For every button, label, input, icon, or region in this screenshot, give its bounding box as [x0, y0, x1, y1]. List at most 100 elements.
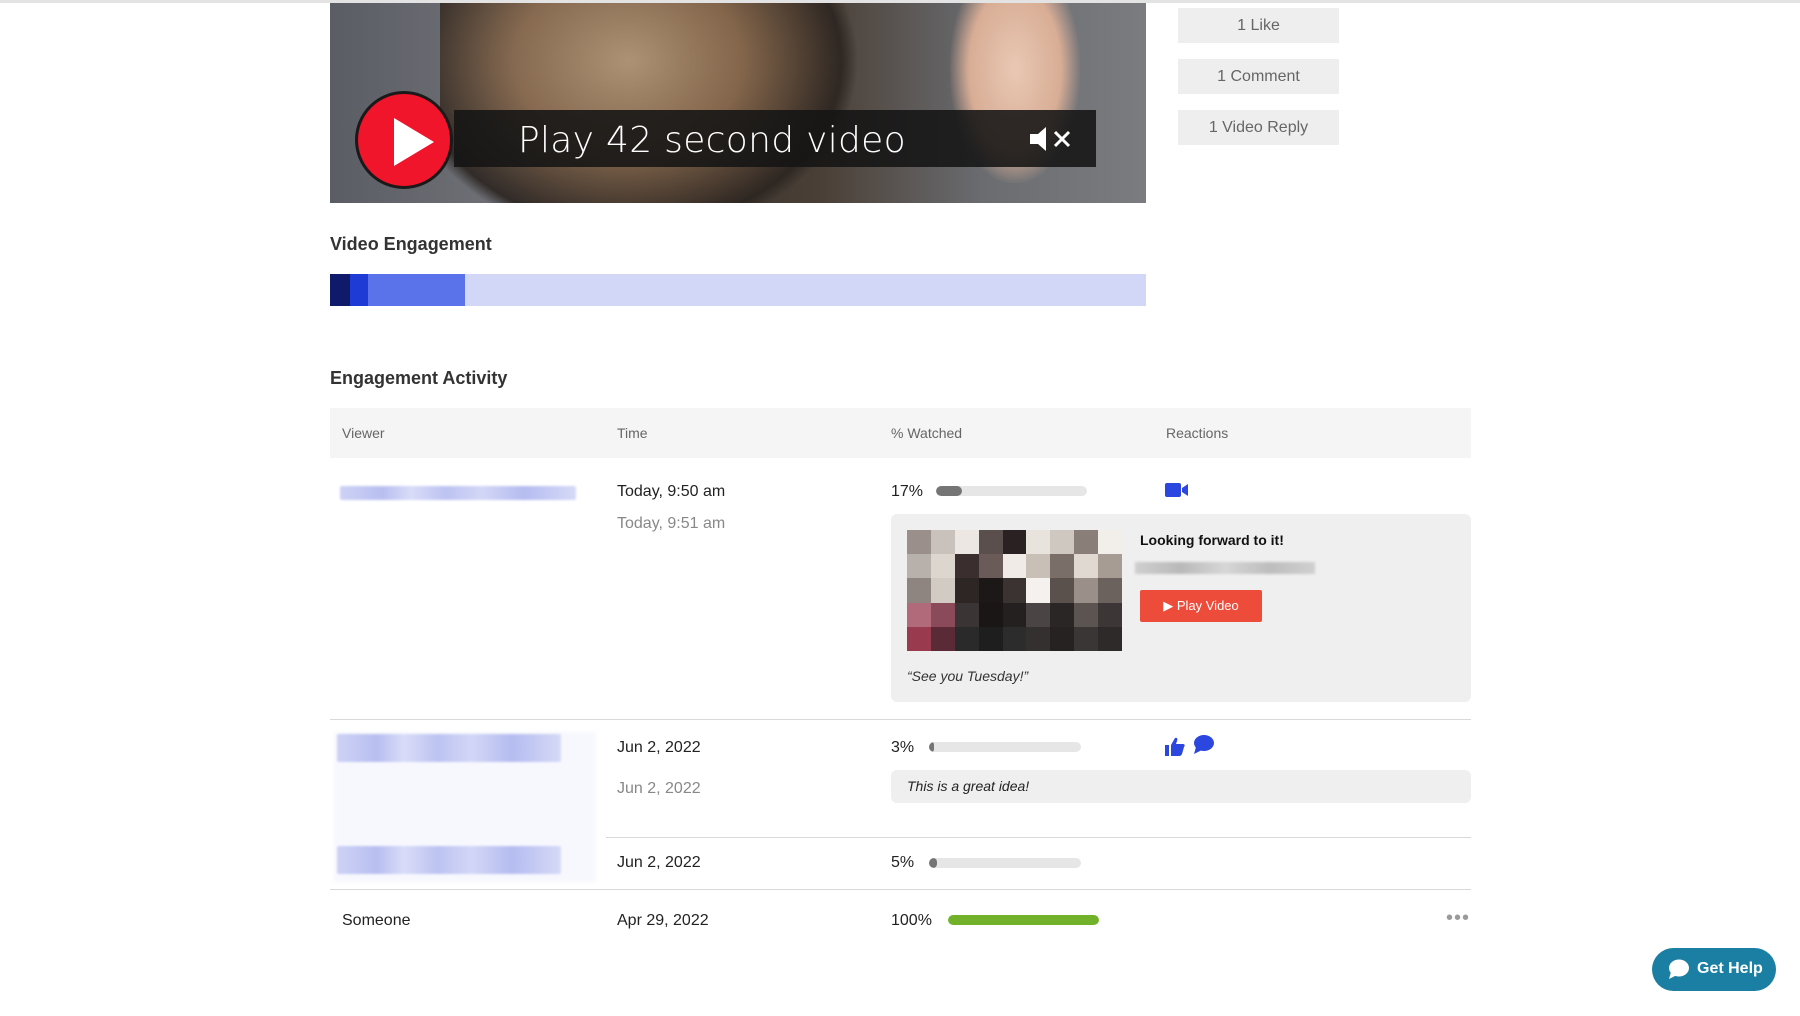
row-divider — [330, 719, 1471, 720]
comments-counter-button[interactable]: 1 Comment — [1178, 59, 1339, 94]
watched-progress-fill — [948, 915, 1099, 925]
thumbnail-pixel — [1074, 626, 1099, 651]
thumbnail-pixel — [978, 602, 1003, 627]
thumbnail-pixel — [1050, 578, 1075, 603]
column-header-reactions: Reactions — [1166, 425, 1229, 441]
thumbnail-pixel — [1050, 626, 1075, 651]
thumbnail-pixel — [978, 530, 1003, 555]
thumbnail-pixel — [1074, 578, 1099, 603]
thumbnail-pixel — [1050, 554, 1075, 579]
play-video-button[interactable]: ▶ Play Video — [1140, 590, 1262, 622]
thumbnail-pixel — [1098, 602, 1122, 627]
chat-bubble-icon — [1669, 959, 1689, 979]
thumbnail-pixel — [954, 554, 979, 579]
engagement-activity-title: Engagement Activity — [330, 368, 508, 388]
get-help-label: Get Help — [1697, 960, 1763, 977]
video-reply-quote: “See you Tuesday!” — [907, 668, 1029, 684]
column-header-viewer: Viewer — [342, 425, 385, 441]
video-engagement-title: Video Engagement — [330, 234, 492, 254]
watched-percent: 100% — [891, 912, 932, 929]
viewer-name-redacted — [337, 846, 561, 874]
engagement-segment — [367, 274, 466, 306]
engagement-segment — [349, 274, 368, 306]
play-label: Play 42 second video — [518, 120, 906, 161]
video-player[interactable]: Play 42 second video — [330, 3, 1146, 203]
thumbnail-pixel — [1002, 554, 1027, 579]
viewer-name-redacted — [340, 486, 576, 500]
thumbnail-pixel — [1002, 530, 1027, 555]
play-triangle — [394, 118, 434, 166]
thumbnail-pixel — [954, 578, 979, 603]
comment-icon[interactable] — [1193, 734, 1215, 754]
thumbnail-pixel — [1026, 578, 1051, 603]
thumbnail-pixel — [1074, 554, 1099, 579]
video-camera-icon[interactable] — [1165, 482, 1189, 498]
get-help-button[interactable]: Get Help — [1652, 948, 1776, 991]
thumbnail-pixel — [1002, 578, 1027, 603]
engagement-heatmap-bar — [330, 274, 1146, 306]
row-time: Apr 29, 2022 — [617, 912, 709, 929]
thumbs-up-icon[interactable] — [1165, 737, 1185, 756]
thumbnail-pixel — [1074, 530, 1099, 555]
thumbnail-pixel — [1026, 602, 1051, 627]
row-time: Jun 2, 2022 — [617, 739, 701, 756]
thumbnail-pixel — [954, 626, 979, 651]
thumbnail-pixel — [1026, 554, 1051, 579]
watched-progress-fill — [936, 486, 962, 496]
comment-text: This is a great idea! — [907, 778, 1030, 794]
column-header-time: Time — [617, 425, 648, 441]
thumbnail-pixel — [907, 554, 931, 579]
thumbnail-pixel — [1050, 602, 1075, 627]
speaker-muted-icon[interactable] — [1028, 124, 1078, 154]
play-circle-icon[interactable] — [355, 91, 453, 189]
thumbnail-pixel — [930, 626, 955, 651]
thumbnail-pixel — [1098, 578, 1122, 603]
thumbnail-pixel — [1098, 530, 1122, 555]
row-divider — [330, 889, 1471, 890]
comment-bubble: This is a great idea! — [891, 770, 1471, 803]
thumbnail-pixel — [907, 578, 931, 603]
row-time: Jun 2, 2022 — [617, 854, 701, 871]
row-divider — [606, 837, 1471, 838]
more-dots-icon[interactable]: ••• — [1446, 907, 1470, 930]
video-reply-sender-redacted — [1135, 562, 1315, 574]
likes-counter-button[interactable]: 1 Like — [1178, 8, 1339, 43]
video-reply-title: Looking forward to it! — [1140, 532, 1284, 548]
thumbnail-pixel — [954, 602, 979, 627]
row-time: Today, 9:50 am — [617, 483, 726, 500]
thumbnail-pixel — [954, 530, 979, 555]
thumbnail-pixel — [907, 626, 931, 651]
thumbnail-pixel — [907, 530, 931, 555]
thumbnail-pixel — [978, 626, 1003, 651]
watched-percent: 17% — [891, 483, 924, 500]
thumbnail-pixel — [1098, 554, 1122, 579]
engagement-segment — [330, 274, 350, 306]
play-bar[interactable]: Play 42 second video — [454, 110, 1096, 167]
video-reply-card[interactable]: Looking forward to it! ▶ Play Video “See… — [891, 514, 1471, 702]
thumbnail-pixel — [930, 530, 955, 555]
video-frame — [440, 3, 860, 203]
watched-progress-fill — [929, 858, 937, 868]
row-time-secondary: Jun 2, 2022 — [617, 780, 701, 797]
thumbnail-pixel — [1074, 602, 1099, 627]
watched-progress — [929, 858, 1081, 868]
thumbnail-pixel — [978, 554, 1003, 579]
thumbnail-pixel — [1050, 530, 1075, 555]
engagement-segment — [465, 274, 1146, 306]
video-reply-thumbnail[interactable] — [907, 530, 1122, 651]
thumbnail-pixel — [1098, 626, 1122, 651]
watched-progress-fill — [929, 742, 934, 752]
row-time-secondary: Today, 9:51 am — [617, 515, 726, 532]
thumbnail-pixel — [930, 578, 955, 603]
table-header: Viewer Time % Watched Reactions — [330, 408, 1471, 458]
thumbnail-pixel — [1026, 530, 1051, 555]
thumbnail-pixel — [930, 554, 955, 579]
thumbnail-pixel — [978, 578, 1003, 603]
watched-progress — [936, 486, 1087, 496]
thumbnail-pixel — [930, 602, 955, 627]
watched-percent: 5% — [891, 854, 915, 871]
viewer-name-redacted — [337, 734, 561, 762]
thumbnail-pixel — [1002, 626, 1027, 651]
thumbnail-pixel — [1026, 626, 1051, 651]
video-replies-counter-button[interactable]: 1 Video Reply — [1178, 110, 1339, 145]
